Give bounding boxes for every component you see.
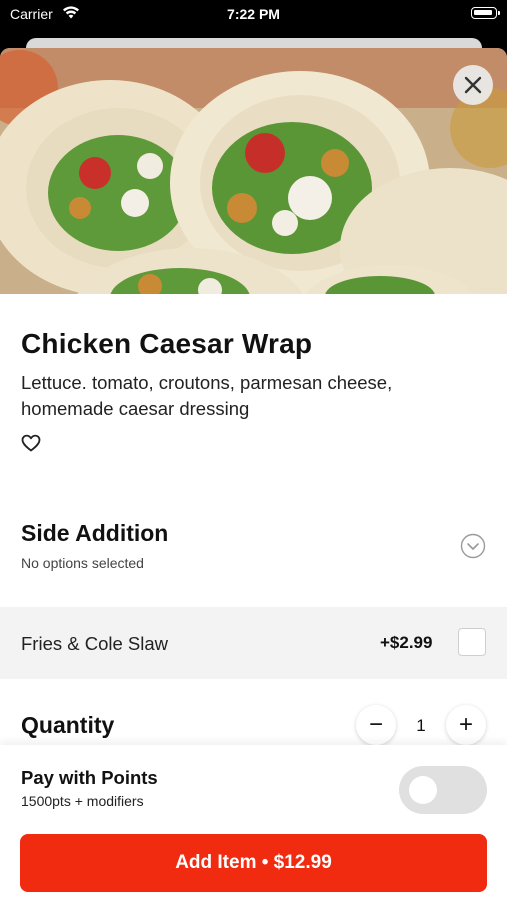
side-addition-title: Side Addition — [21, 520, 169, 546]
status-bar: Carrier 7:22 PM — [0, 0, 507, 30]
side-option-row[interactable]: Fries & Cole Slaw +$2.99 — [0, 607, 507, 679]
close-button[interactable] — [453, 65, 493, 105]
favorite-heart-icon[interactable] — [21, 434, 41, 452]
pay-with-points-subtitle: 1500pts + modifiers — [21, 793, 144, 809]
battery-icon — [471, 7, 500, 19]
quantity-value: 1 — [416, 716, 426, 735]
side-addition-subtitle: No options selected — [21, 555, 144, 571]
checkout-panel: Pay with Points 1500pts + modifiers Add … — [0, 745, 507, 900]
pay-with-points-toggle[interactable] — [399, 766, 487, 814]
quantity-title: Quantity — [21, 712, 115, 738]
close-icon — [464, 76, 482, 94]
quantity-increment-button[interactable]: + — [446, 705, 486, 745]
wrap-photo-icon — [0, 48, 507, 294]
toggle-knob — [409, 776, 437, 804]
add-item-button[interactable]: Add Item • $12.99 — [20, 834, 487, 892]
item-photo — [0, 48, 507, 294]
side-option-price: +$2.99 — [380, 633, 433, 652]
pay-with-points-title: Pay with Points — [21, 767, 158, 788]
item-description: Lettuce. tomato, croutons, parmesan chee… — [21, 372, 393, 419]
side-option-label: Fries & Cole Slaw — [21, 633, 169, 654]
item-title: Chicken Caesar Wrap — [21, 328, 313, 359]
clock: 7:22 PM — [227, 6, 280, 22]
item-detail-sheet: Chicken Caesar Wrap Lettuce. tomato, cro… — [0, 48, 507, 900]
side-option-checkbox[interactable] — [458, 628, 486, 656]
chevron-down-icon[interactable] — [460, 533, 486, 559]
quantity-decrement-button[interactable]: − — [356, 705, 396, 745]
